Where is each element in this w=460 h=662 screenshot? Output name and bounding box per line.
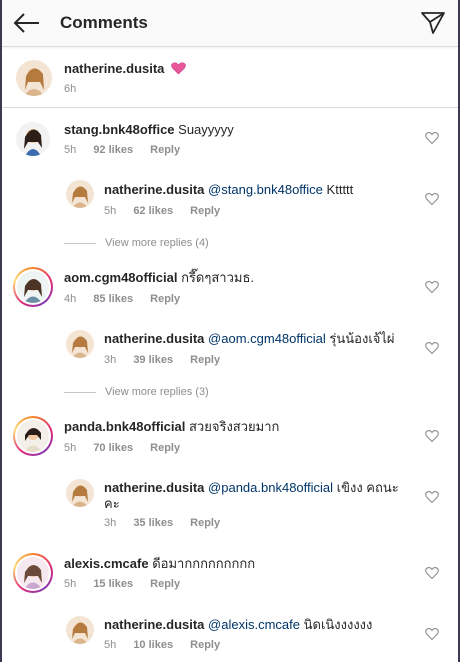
reply-text: natherine.dusita @stang.bnk48office Kttt… [104,181,353,199]
arrow-left-icon [13,13,39,33]
avatar[interactable] [66,616,94,644]
avatar[interactable] [16,60,52,96]
comment-meta: 4h 85 likes Reply [64,293,180,305]
divider [64,243,96,244]
reply-likes[interactable]: 62 likes [133,205,173,217]
reply-meta: 3h 39 likes Reply [104,354,220,366]
comment-time: 5h [64,578,77,590]
comment-body: กรี๊ดๆสาวมธ. [181,270,254,285]
comment-time: 5h [64,144,77,156]
like-heart-icon[interactable] [425,131,439,145]
reply-time: 5h [104,639,117,651]
paper-plane-icon [421,12,445,34]
reply-username[interactable]: natherine.dusita [104,617,204,632]
caption-time: 6h [64,83,77,95]
comment-body: สวยจริงสวยมาก [189,419,280,434]
caption-username[interactable]: natherine.dusita [64,61,164,76]
comment-likes[interactable]: 92 likes [93,144,133,156]
avatar[interactable] [16,122,50,156]
reply-button[interactable]: Reply [190,517,220,529]
reply-body: Kttttt [326,182,354,197]
comment-username[interactable]: alexis.cmcafe [64,556,149,571]
reply-username[interactable]: natherine.dusita [104,480,204,495]
comment-time: 4h [64,293,77,305]
like-heart-icon[interactable] [425,490,439,504]
comment-text: panda.bnk48official สวยจริงสวยมาก [64,418,279,436]
avatar[interactable] [17,420,49,452]
view-more-replies[interactable]: View more replies (4) [105,237,209,249]
like-heart-icon[interactable] [425,566,439,580]
reply-username[interactable]: natherine.dusita [104,331,204,346]
like-heart-icon[interactable] [425,429,439,443]
back-button[interactable] [12,9,42,37]
reply-body: นิดเนิงงงงงง [303,617,373,632]
comment-meta: 5h 15 likes Reply [64,578,180,590]
avatar[interactable] [66,479,94,507]
avatar[interactable] [66,330,94,358]
avatar[interactable] [66,180,94,208]
comment-likes[interactable]: 85 likes [93,293,133,305]
caption-row: natherine.dusita 6h [2,48,458,108]
reply-body: เขิงง คถนะ [336,480,399,495]
comment-text: stang.bnk48office Suayyyyy [64,121,234,139]
reply-meta: 5h 10 likes Reply [104,639,220,651]
reply-body-continued: คะ [104,496,120,511]
like-heart-icon[interactable] [425,280,439,294]
reply-likes[interactable]: 39 likes [133,354,173,366]
reply-likes[interactable]: 35 likes [133,517,173,529]
like-heart-icon[interactable] [425,627,439,641]
reply-text: natherine.dusita @alexis.cmcafe นิดเนิงง… [104,616,372,634]
reply-time: 5h [104,205,117,217]
comment-username[interactable]: stang.bnk48office [64,122,175,137]
mention-link[interactable]: @stang.bnk48office [208,182,323,197]
reply-likes[interactable]: 10 likes [133,639,173,651]
view-more-replies[interactable]: View more replies (3) [105,386,209,398]
reply-username[interactable]: natherine.dusita [104,182,204,197]
comment-meta: 5h 70 likes Reply [64,442,180,454]
comment-body: ดีอมากกกกกกกกก [152,556,256,571]
like-heart-icon[interactable] [425,192,439,206]
reply-text: natherine.dusita @panda.bnk48official เข… [104,479,399,497]
comment-text: alexis.cmcafe ดีอมากกกกกกกกก [64,555,255,573]
reply-button[interactable]: Reply [150,293,180,305]
comment-meta: 5h 92 likes Reply [64,144,180,156]
avatar[interactable] [17,271,49,303]
mention-link[interactable]: @panda.bnk48official [208,480,333,495]
mention-link[interactable]: @alexis.cmcafe [208,617,300,632]
reply-button[interactable]: Reply [190,639,220,651]
page-title: Comments [60,13,148,32]
reply-button[interactable]: Reply [150,144,180,156]
reply-button[interactable]: Reply [190,354,220,366]
comment-likes[interactable]: 15 likes [93,578,133,590]
avatar[interactable] [17,557,49,589]
reply-time: 3h [104,354,117,366]
comment-username[interactable]: panda.bnk48official [64,419,185,434]
mention-link[interactable]: @aom.cgm48official [208,331,326,346]
reply-button[interactable]: Reply [150,442,180,454]
like-heart-icon[interactable] [425,341,439,355]
caption-text: natherine.dusita [64,60,186,80]
comment-likes[interactable]: 70 likes [93,442,133,454]
divider [64,392,96,393]
reply-time: 3h [104,517,117,529]
share-button[interactable] [420,10,446,36]
reply-body: รุ่นน้องเจ้ไผ่ [329,331,395,346]
reply-button[interactable]: Reply [150,578,180,590]
reply-text: natherine.dusita @aom.cgm48official รุ่น… [104,330,395,348]
comment-username[interactable]: aom.cgm48official [64,270,177,285]
pink-heart-icon [171,62,186,80]
comment-time: 5h [64,442,77,454]
reply-meta: 5h 62 likes Reply [104,205,220,217]
comment-text: aom.cgm48official กรี๊ดๆสาวมธ. [64,269,254,287]
comment-body: Suayyyyy [178,122,234,137]
reply-button[interactable]: Reply [190,205,220,217]
header-bar: Comments [2,0,458,47]
reply-meta: 3h 35 likes Reply [104,517,220,529]
